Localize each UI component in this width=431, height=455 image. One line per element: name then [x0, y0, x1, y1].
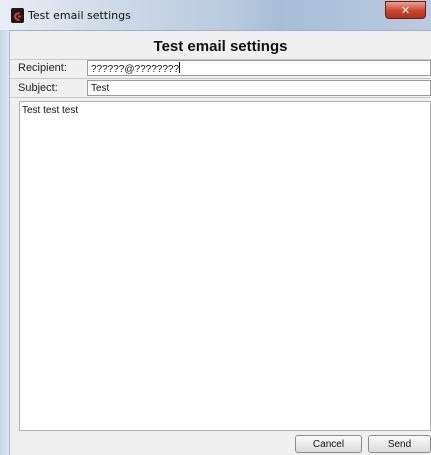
cancel-button[interactable]: Cancel [295, 435, 362, 453]
text-caret [179, 62, 181, 73]
close-button[interactable]: ✕ [385, 1, 426, 19]
recipient-input[interactable]: ??????@???????? [87, 60, 431, 76]
subject-label: Subject: [18, 82, 58, 94]
page-title: Test email settings [153, 38, 288, 55]
message-body-text: Test test test [22, 105, 79, 116]
app-logo-icon [11, 8, 24, 23]
subject-input[interactable]: Test [87, 80, 431, 96]
close-icon: ✕ [400, 3, 411, 17]
recipient-label: Recipient: [18, 62, 67, 74]
subject-value: Test [91, 83, 110, 94]
divider [10, 97, 431, 98]
divider [10, 78, 431, 79]
message-body-textarea[interactable]: Test test test [19, 101, 431, 431]
window-title: Test email settings [28, 9, 131, 22]
send-button[interactable]: Send [368, 435, 431, 453]
recipient-value: ??????@???????? [91, 64, 180, 75]
window-frame-left [0, 30, 9, 455]
window-title-bar[interactable]: Test email settings ✕ [0, 0, 431, 31]
